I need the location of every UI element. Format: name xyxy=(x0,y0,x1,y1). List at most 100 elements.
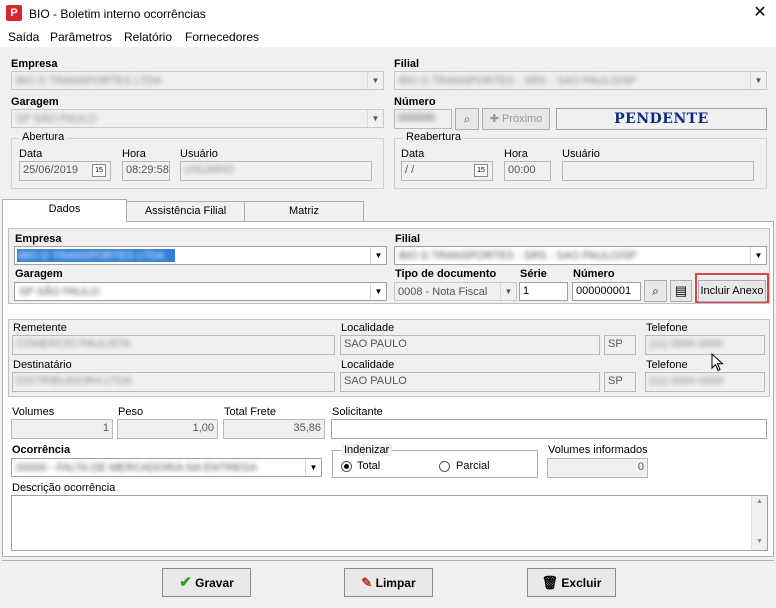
dados-numero-field[interactable]: 000000001 xyxy=(572,282,641,301)
descricao-textarea[interactable] xyxy=(11,495,768,551)
volumes-label: Volumes xyxy=(12,406,55,418)
destinatario-field[interactable]: DISTRIBUIDORA LTDA xyxy=(12,372,335,392)
chevron-down-icon: ▼ xyxy=(750,247,766,264)
dados-empresa-select[interactable]: BIO D TRANSPORTES LTDA ▼ xyxy=(14,246,387,265)
dados-filial-select[interactable]: BIO D TRANSPORTES - SRS - SAO PAULO/SP ▼ xyxy=(394,246,767,265)
remetente-label: Remetente xyxy=(13,322,67,334)
tab-dados[interactable]: Dados xyxy=(2,199,127,222)
abertura-title: Abertura xyxy=(19,131,68,143)
abertura-hora-field[interactable]: 08:29:58 xyxy=(122,161,170,181)
reabertura-hora-value: 00:00 xyxy=(508,164,536,176)
menu-bar xyxy=(0,28,776,47)
garagem-label: Garagem xyxy=(11,96,59,108)
calendar-icon[interactable]: 15 xyxy=(474,164,488,177)
destinatario-value: DISTRIBUIDORA LTDA xyxy=(16,375,132,387)
descricao-scrollbar[interactable]: ▲ ▼ xyxy=(751,496,767,550)
binoculars-icon: ⌕ xyxy=(652,284,659,298)
gravar-button[interactable]: ✔ Gravar xyxy=(162,568,251,597)
header-numero-field[interactable]: 000000 xyxy=(394,109,452,129)
reabertura-usuario-label: Usuário xyxy=(562,148,600,160)
menu-fornecedores[interactable]: Fornecedores xyxy=(185,30,259,44)
menu-saida[interactable]: Saída xyxy=(8,30,39,44)
document-icon: ▤ xyxy=(674,283,688,298)
scroll-down-icon[interactable]: ▼ xyxy=(756,538,763,545)
header-filial-value: BIO D TRANSPORTES - SRS - SAO PAULO/SP xyxy=(399,75,637,87)
serie-value: 1 xyxy=(523,285,530,297)
dados-garagem-select[interactable]: SP SÃO PAULO ▼ xyxy=(14,282,387,301)
filial-label: Filial xyxy=(394,58,420,70)
descricao-label: Descrição ocorrência xyxy=(12,482,116,494)
destinatario-telefone-label: Telefone xyxy=(646,359,688,371)
tipo-documento-label: Tipo de documento xyxy=(395,268,497,280)
search-document-button[interactable]: ⌕ xyxy=(644,280,667,302)
destinatario-telefone-field[interactable]: (11) 0000-0000 xyxy=(645,372,765,392)
window-title: BIO - Boletim interno ocorrências xyxy=(29,7,206,21)
reabertura-title: Reabertura xyxy=(403,131,465,143)
menu-relatorio[interactable]: Relatório xyxy=(124,30,172,44)
serie-field[interactable]: 1 xyxy=(519,282,568,301)
dados-garagem-value: SP SÃO PAULO xyxy=(19,286,100,298)
chevron-down-icon: ▼ xyxy=(370,283,386,300)
trash-icon: 🗑 xyxy=(541,575,559,590)
header-garagem-value: SP SÃO PAULO xyxy=(16,113,97,125)
abertura-hora-label: Hora xyxy=(122,148,146,160)
tab-matriz[interactable]: Matriz xyxy=(244,201,364,221)
calendar-icon[interactable]: 15 xyxy=(92,164,106,177)
destinatario-uf-field[interactable]: SP xyxy=(604,372,636,392)
abertura-usuario-field[interactable]: USUARIO xyxy=(180,161,372,181)
incluir-anexo-button[interactable]: Incluir Anexo xyxy=(698,280,766,302)
dados-garagem-label: Garagem xyxy=(15,268,63,280)
binoculars-button[interactable]: ⌕ xyxy=(455,108,479,130)
plus-icon: ✚ xyxy=(489,113,499,125)
total-frete-field[interactable]: 35,86 xyxy=(223,419,325,439)
close-icon[interactable]: ✕ xyxy=(746,2,774,24)
attachment-button[interactable]: ▤ xyxy=(670,280,692,302)
ocorrencia-label: Ocorrência xyxy=(12,444,71,456)
tipo-documento-select[interactable]: 0008 - Nota Fiscal ▼ xyxy=(394,282,517,301)
ocorrencia-value: 00000 - FALTA DE MERCADORIA NA ENTREGA xyxy=(16,462,258,474)
header-garagem-select[interactable]: SP SÃO PAULO ▼ xyxy=(11,109,384,128)
remetente-value: COMERCIO PAULISTA xyxy=(16,338,132,350)
remetente-field[interactable]: COMERCIO PAULISTA xyxy=(12,335,335,355)
menu-parametros[interactable]: Parâmetros xyxy=(50,30,112,44)
scroll-up-icon[interactable]: ▲ xyxy=(756,498,763,505)
header-numero-value: 000000 xyxy=(398,112,435,124)
header-empresa-select[interactable]: BIO D TRANSPORTES LTDA ▼ xyxy=(11,71,384,90)
abertura-data-label: Data xyxy=(19,148,43,160)
remetente-uf-field[interactable]: SP xyxy=(604,335,636,355)
remetente-telefone-field[interactable]: (11) 0000-0000 xyxy=(645,335,765,355)
volumes-field[interactable]: 1 xyxy=(11,419,113,439)
dados-empresa-label: Empresa xyxy=(15,233,62,245)
solicitante-label: Solicitante xyxy=(332,406,383,418)
reabertura-hora-field[interactable]: 00:00 xyxy=(504,161,551,181)
radio-total[interactable] xyxy=(341,461,352,472)
ocorrencia-select[interactable]: 00000 - FALTA DE MERCADORIA NA ENTREGA ▼ xyxy=(11,458,322,477)
solicitante-input[interactable] xyxy=(331,419,767,439)
chevron-down-icon: ▼ xyxy=(370,247,386,264)
radio-parcial[interactable] xyxy=(439,461,450,472)
peso-field[interactable]: 1,00 xyxy=(117,419,218,439)
tipo-documento-value: 0008 - Nota Fiscal xyxy=(398,286,488,298)
remetente-uf-value: SP xyxy=(608,338,623,350)
remetente-localidade-value: SAO PAULO xyxy=(344,338,407,350)
app-logo-icon: P xyxy=(6,5,22,21)
mouse-cursor-icon xyxy=(711,353,724,372)
abertura-usuario-value: USUARIO xyxy=(184,164,235,176)
limpar-button[interactable]: ✎ Limpar xyxy=(344,568,433,597)
proximo-button[interactable]: ✚ Próximo xyxy=(482,108,550,130)
reabertura-usuario-field[interactable] xyxy=(562,161,754,181)
chevron-down-icon: ▼ xyxy=(305,459,321,476)
volumes-informados-value: 0 xyxy=(637,461,644,473)
remetente-localidade-field[interactable]: SAO PAULO xyxy=(340,335,600,355)
total-frete-value: 35,86 xyxy=(293,422,321,434)
excluir-button[interactable]: 🗑 Excluir xyxy=(527,568,616,597)
destinatario-localidade-field[interactable]: SAO PAULO xyxy=(340,372,600,392)
reabertura-data-value: / / xyxy=(405,164,415,176)
volumes-informados-field[interactable]: 0 xyxy=(547,458,648,478)
excluir-label: Excluir xyxy=(561,576,602,590)
header-filial-select[interactable]: BIO D TRANSPORTES - SRS - SAO PAULO/SP ▼ xyxy=(394,71,767,90)
chevron-down-icon: ▼ xyxy=(750,72,766,89)
remetente-telefone-value: (11) 0000-0000 xyxy=(649,338,724,350)
remetente-telefone-label: Telefone xyxy=(646,322,688,334)
tab-assistencia-filial[interactable]: Assistência Filial xyxy=(126,201,245,221)
